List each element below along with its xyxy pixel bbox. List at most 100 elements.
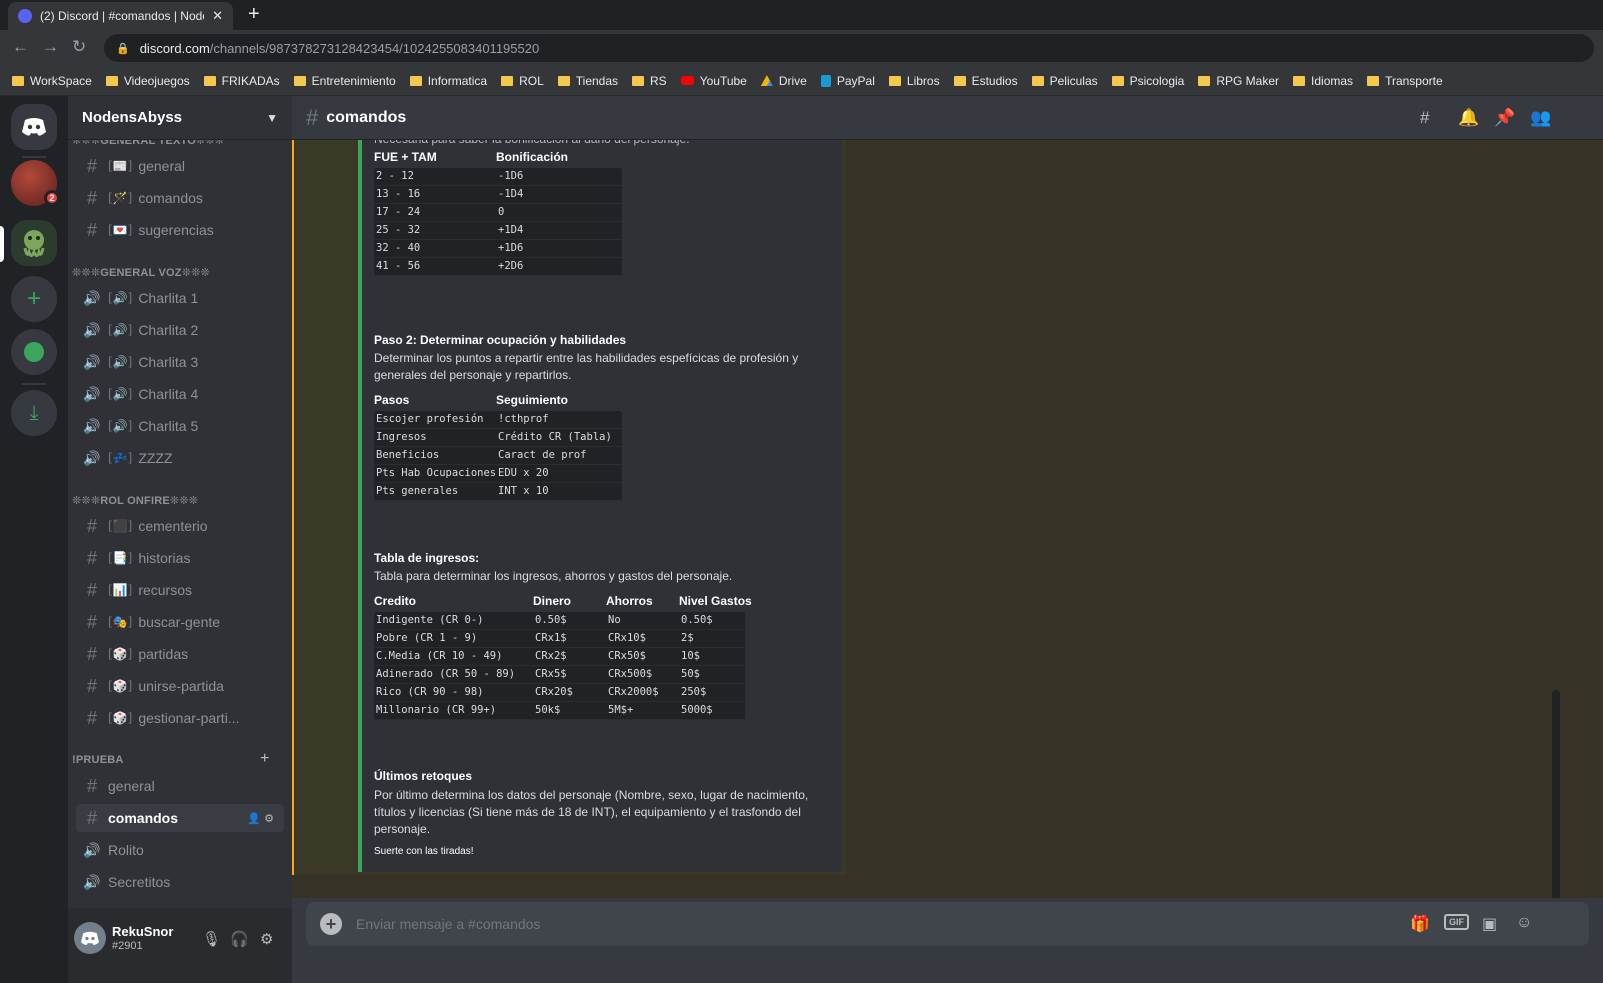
table-cell: CRx1$ (535, 632, 567, 644)
bookmark-item[interactable]: Tiendas (557, 74, 618, 88)
add-server-button[interactable]: + (11, 276, 57, 322)
bookmark-item[interactable]: Videojuegos (105, 74, 190, 88)
bookmark-item[interactable]: WorkSpace (12, 74, 92, 88)
channel-label: partidas (138, 646, 189, 662)
threads-icon[interactable]: # (1420, 108, 1429, 128)
table-cell: 250$ (681, 686, 707, 698)
avatar[interactable] (74, 922, 106, 954)
browser-tab[interactable]: (2) Discord | #comandos | Noden ✕ (8, 2, 233, 30)
download-apps-button[interactable]: ⤓ (11, 390, 57, 436)
home-button[interactable] (11, 104, 57, 150)
bookmark-item[interactable]: Estudios (953, 74, 1018, 88)
channel-label: Charlita 1 (138, 290, 199, 306)
channel-voice-4[interactable]: 🔊 [🔊] Charlita 5 (76, 412, 284, 440)
add-channel-icon[interactable]: + (260, 750, 269, 768)
server-header[interactable]: NodensAbyss ▼ (68, 96, 292, 140)
channel-comandos[interactable]: # [🪄] comandos (76, 184, 284, 212)
bookmark-label: Psicologia (1129, 73, 1185, 88)
category-header[interactable]: ❊❊❊GENERAL VOZ❊❊❊ (72, 266, 210, 279)
bookmark-item[interactable]: YouTube (680, 73, 747, 88)
scrollbar-thumb[interactable] (1552, 690, 1560, 898)
message-list[interactable]: Necesaria para saber la bonificación al … (292, 140, 1603, 898)
channel-emoji: [🔊] (108, 323, 133, 337)
channel-voice-3[interactable]: 🔊 [🔊] Charlita 4 (76, 380, 284, 408)
selected-server-pill (0, 226, 4, 262)
bookmark-item[interactable]: FRIKADAs (203, 74, 280, 88)
bookmark-item[interactable]: Idiomas (1293, 74, 1353, 88)
bookmark-item[interactable]: Transporte (1367, 74, 1443, 88)
emoji-icon[interactable]: ☺ (1516, 914, 1532, 932)
chevron-down-icon: ▼ (266, 110, 278, 125)
gift-icon[interactable]: 🎁 (1410, 914, 1430, 934)
channel-general[interactable]: # [📰] general (76, 152, 284, 180)
back-icon[interactable]: ← (12, 37, 29, 57)
forward-icon[interactable]: → (42, 37, 59, 57)
close-tab-icon[interactable]: ✕ (212, 8, 223, 24)
channel-emoji: [🎲] (108, 711, 133, 725)
explore-servers-button[interactable] (11, 329, 57, 375)
bookmark-item[interactable]: PayPal (820, 74, 875, 88)
reload-icon[interactable]: ↻ (72, 37, 86, 57)
bookmark-item[interactable]: Informatica (409, 74, 487, 88)
invite-icon[interactable]: 👤 (247, 813, 264, 825)
table-cell: EDU x 20 (498, 467, 549, 479)
notification-bell-icon[interactable]: 🔔 (1458, 108, 1479, 128)
folder-icon (409, 75, 422, 86)
message-input[interactable] (356, 910, 1356, 938)
channel-gestionar-parti...[interactable]: # [🎲] gestionar-parti... (76, 704, 284, 732)
table-cell: 25 - 32 (376, 224, 421, 236)
address-bar[interactable]: 🔒 discord.com/channels/98737827312842345… (104, 34, 1594, 62)
channel-list[interactable]: ❊❊❊GENERAL TEXTO❊❊❊ # [📰] general # [🪄] comand… (68, 140, 292, 908)
headphones-icon[interactable]: 🎧 (230, 930, 249, 948)
channel-cementerio[interactable]: # [⬛] cementerio (76, 512, 284, 540)
member-list-icon[interactable]: 👥 (1530, 108, 1551, 128)
channel-label: Charlita 2 (138, 322, 199, 338)
gif-icon[interactable]: GIF (1444, 914, 1469, 930)
embed-footer: Suerte con las tiradas! (374, 846, 474, 857)
channel-unirse-partida[interactable]: # [🎲] unirse-partida (76, 672, 284, 700)
bookmark-item[interactable]: RPG Maker (1198, 74, 1279, 88)
bookmark-item[interactable]: RS (632, 74, 667, 88)
pin-icon[interactable]: 📌 (1494, 108, 1515, 128)
channel-recursos[interactable]: # [📊] recursos (76, 576, 284, 604)
channel-sugerencias[interactable]: # [💌] sugerencias (76, 216, 284, 244)
bookmark-item[interactable]: Libros (888, 74, 940, 88)
attach-plus-icon[interactable]: + (320, 913, 342, 935)
channel-partidas[interactable]: # [🎲] partidas (76, 640, 284, 668)
server-icon-nodensabyss[interactable] (11, 220, 57, 266)
microphone-icon[interactable]: 🎙 (202, 930, 221, 948)
bookmark-item[interactable]: ROL (501, 74, 544, 88)
channel-prueba-0[interactable]: # general (76, 772, 284, 800)
category-header[interactable]: ❊❊❊ROL ONFIRE❊❊❊ (72, 494, 198, 507)
table-header: Seguimiento (496, 393, 569, 407)
bookmark-item[interactable]: Drive (760, 74, 807, 88)
channel-buscar-gente[interactable]: # [🎭] buscar-gente (76, 608, 284, 636)
category-header[interactable]: ❊❊❊GENERAL TEXTO❊❊❊ (72, 140, 224, 147)
category-header[interactable]: !PRUEBA (72, 754, 124, 766)
channel-voice-1[interactable]: 🔊 [🔊] Charlita 2 (76, 316, 284, 344)
channel-voice-5[interactable]: 🔊 [💤] ZZZZ (76, 444, 284, 472)
channel-prueba-1[interactable]: # comandos 👤 ⚙ (76, 804, 284, 832)
server-icon-1[interactable]: 2 (11, 160, 60, 206)
settings-gear-icon[interactable]: ⚙ (260, 930, 273, 948)
channel-voice-0[interactable]: 🔊 [🔊] Charlita 1 (76, 284, 284, 312)
embed-section-text: Determinar los puntos a repartir entre l… (374, 351, 799, 382)
bookmark-item[interactable]: Entretenimiento (293, 74, 396, 88)
hash-icon: # (86, 611, 97, 632)
bookmark-item[interactable]: Peliculas (1031, 73, 1098, 88)
bookmark-item[interactable]: Psicologia (1111, 73, 1185, 88)
channel-prueba-2[interactable]: 🔊 Rolito (76, 836, 284, 864)
rail-separator (22, 383, 46, 385)
table-cell: CRx2000$ (608, 686, 659, 698)
table-header: Dinero (533, 594, 572, 608)
channel-settings-icon[interactable]: ⚙ (264, 813, 274, 825)
channel-prueba-3[interactable]: 🔊 Secretitos (76, 868, 284, 896)
table-cell: 13 - 16 (376, 188, 421, 200)
channel-voice-2[interactable]: 🔊 [🔊] Charlita 3 (76, 348, 284, 376)
bookmark-label: Peliculas (1049, 73, 1098, 88)
embed-section-title: Últimos retoques (374, 769, 473, 783)
new-tab-icon[interactable]: + (248, 3, 260, 26)
sticker-icon[interactable]: ▣ (1482, 914, 1497, 934)
bookmark-label: YouTube (699, 73, 747, 88)
channel-historias[interactable]: # [📑] historias (76, 544, 284, 572)
